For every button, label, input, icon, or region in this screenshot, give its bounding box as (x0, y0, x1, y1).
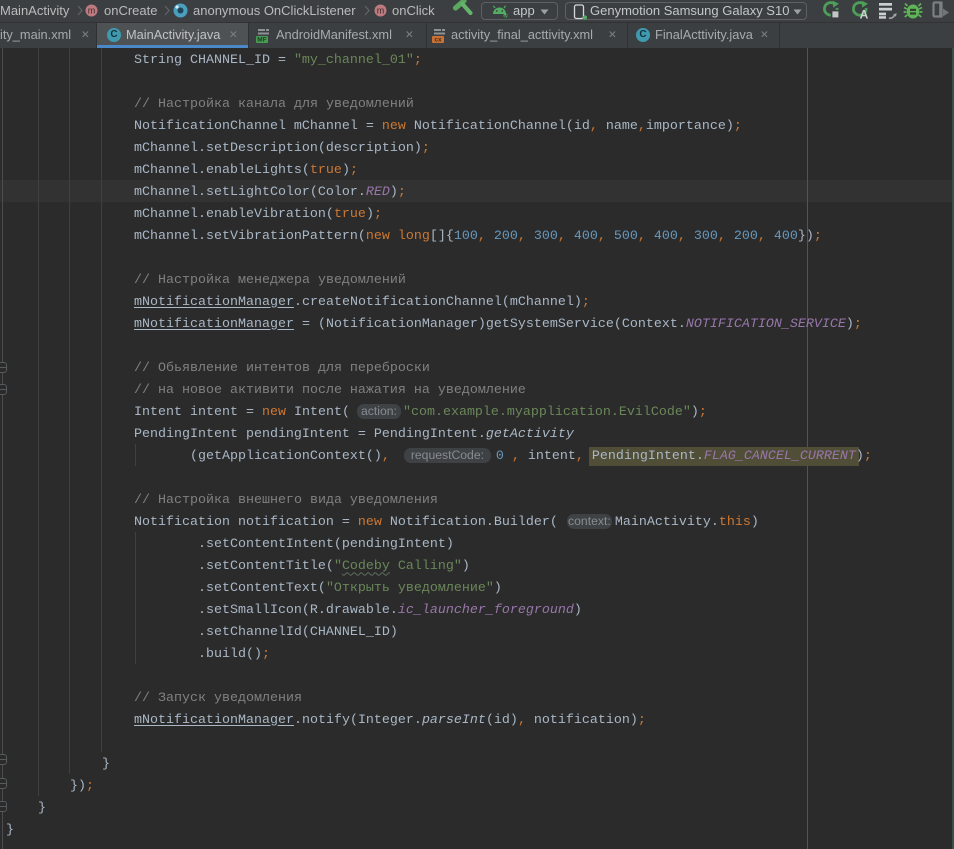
svg-text:m: m (88, 6, 96, 16)
svg-text:m: m (377, 6, 385, 16)
svg-text:cx: cx (434, 37, 442, 44)
svg-text:MF: MF (257, 37, 266, 44)
svg-text:A: A (860, 8, 869, 21)
